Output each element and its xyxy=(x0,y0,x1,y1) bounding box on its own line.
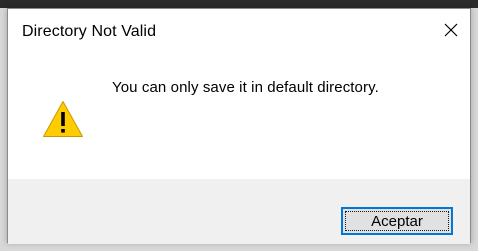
ok-button-label: Aceptar xyxy=(371,212,423,230)
close-button[interactable] xyxy=(438,17,464,43)
background-window-edge xyxy=(0,0,478,8)
close-icon xyxy=(444,23,458,37)
dialog-button-bar: Aceptar xyxy=(8,179,470,244)
warning-icon xyxy=(43,101,83,137)
dialog-message: You can only save it in default director… xyxy=(112,79,379,96)
dialog-content: You can only save it in default director… xyxy=(8,55,470,179)
message-dialog: Directory Not Valid You can only save it… xyxy=(7,8,471,244)
dialog-title: Directory Not Valid xyxy=(22,23,157,40)
dialog-titlebar[interactable]: Directory Not Valid xyxy=(8,9,470,55)
ok-button[interactable]: Aceptar xyxy=(341,207,453,235)
